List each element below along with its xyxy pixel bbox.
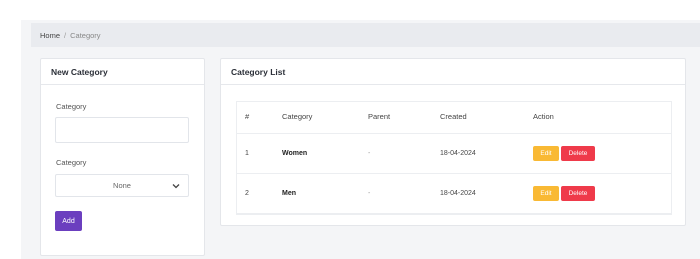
row-created: 18-04-2024: [431, 133, 524, 174]
delete-button[interactable]: Delete: [561, 185, 595, 201]
column-header-created: Created: [431, 101, 524, 134]
add-category-button[interactable]: Add: [55, 211, 82, 231]
category-name-label: Category: [56, 102, 87, 111]
row-category-name: Women: [273, 133, 359, 174]
category-list-title: Category List: [221, 59, 685, 85]
edit-button[interactable]: Edit: [533, 145, 559, 161]
breadcrumb-home-link[interactable]: Home: [40, 31, 60, 40]
column-header-parent: Parent: [359, 101, 431, 134]
row-category-name: Men: [273, 173, 359, 214]
row-created: 18-04-2024: [431, 173, 524, 214]
column-header-index: #: [236, 101, 273, 134]
parent-category-selected: None: [113, 181, 131, 190]
category-name-input[interactable]: [55, 117, 189, 143]
row-index: 1: [236, 133, 273, 174]
category-table: # Category Parent Created Action 1 Women…: [236, 101, 672, 214]
table-header-row: # Category Parent Created Action: [236, 101, 672, 134]
column-header-category: Category: [273, 101, 359, 134]
edit-button[interactable]: Edit: [533, 185, 559, 201]
breadcrumb-separator: /: [64, 30, 67, 40]
breadcrumb-current: Category: [70, 30, 101, 40]
new-category-card: New Category Category Category None Add: [40, 58, 205, 256]
new-category-title: New Category: [41, 59, 204, 85]
row-parent: -: [359, 173, 431, 214]
chevron-down-icon: [172, 184, 180, 189]
parent-category-select[interactable]: None: [55, 174, 189, 197]
row-actions: Edit Delete: [524, 173, 672, 214]
row-index: 2: [236, 173, 273, 214]
row-parent: -: [359, 133, 431, 174]
breadcrumb: Home / Category: [31, 23, 700, 47]
parent-category-label: Category: [56, 158, 87, 167]
row-actions: Edit Delete: [524, 133, 672, 174]
table-row: 2 Men - 18-04-2024 Edit Delete: [236, 173, 672, 214]
column-header-action: Action: [524, 101, 672, 134]
delete-button[interactable]: Delete: [561, 145, 595, 161]
category-list-card: Category List # Category Parent Created …: [220, 58, 686, 226]
table-row: 1 Women - 18-04-2024 Edit Delete: [236, 133, 672, 174]
